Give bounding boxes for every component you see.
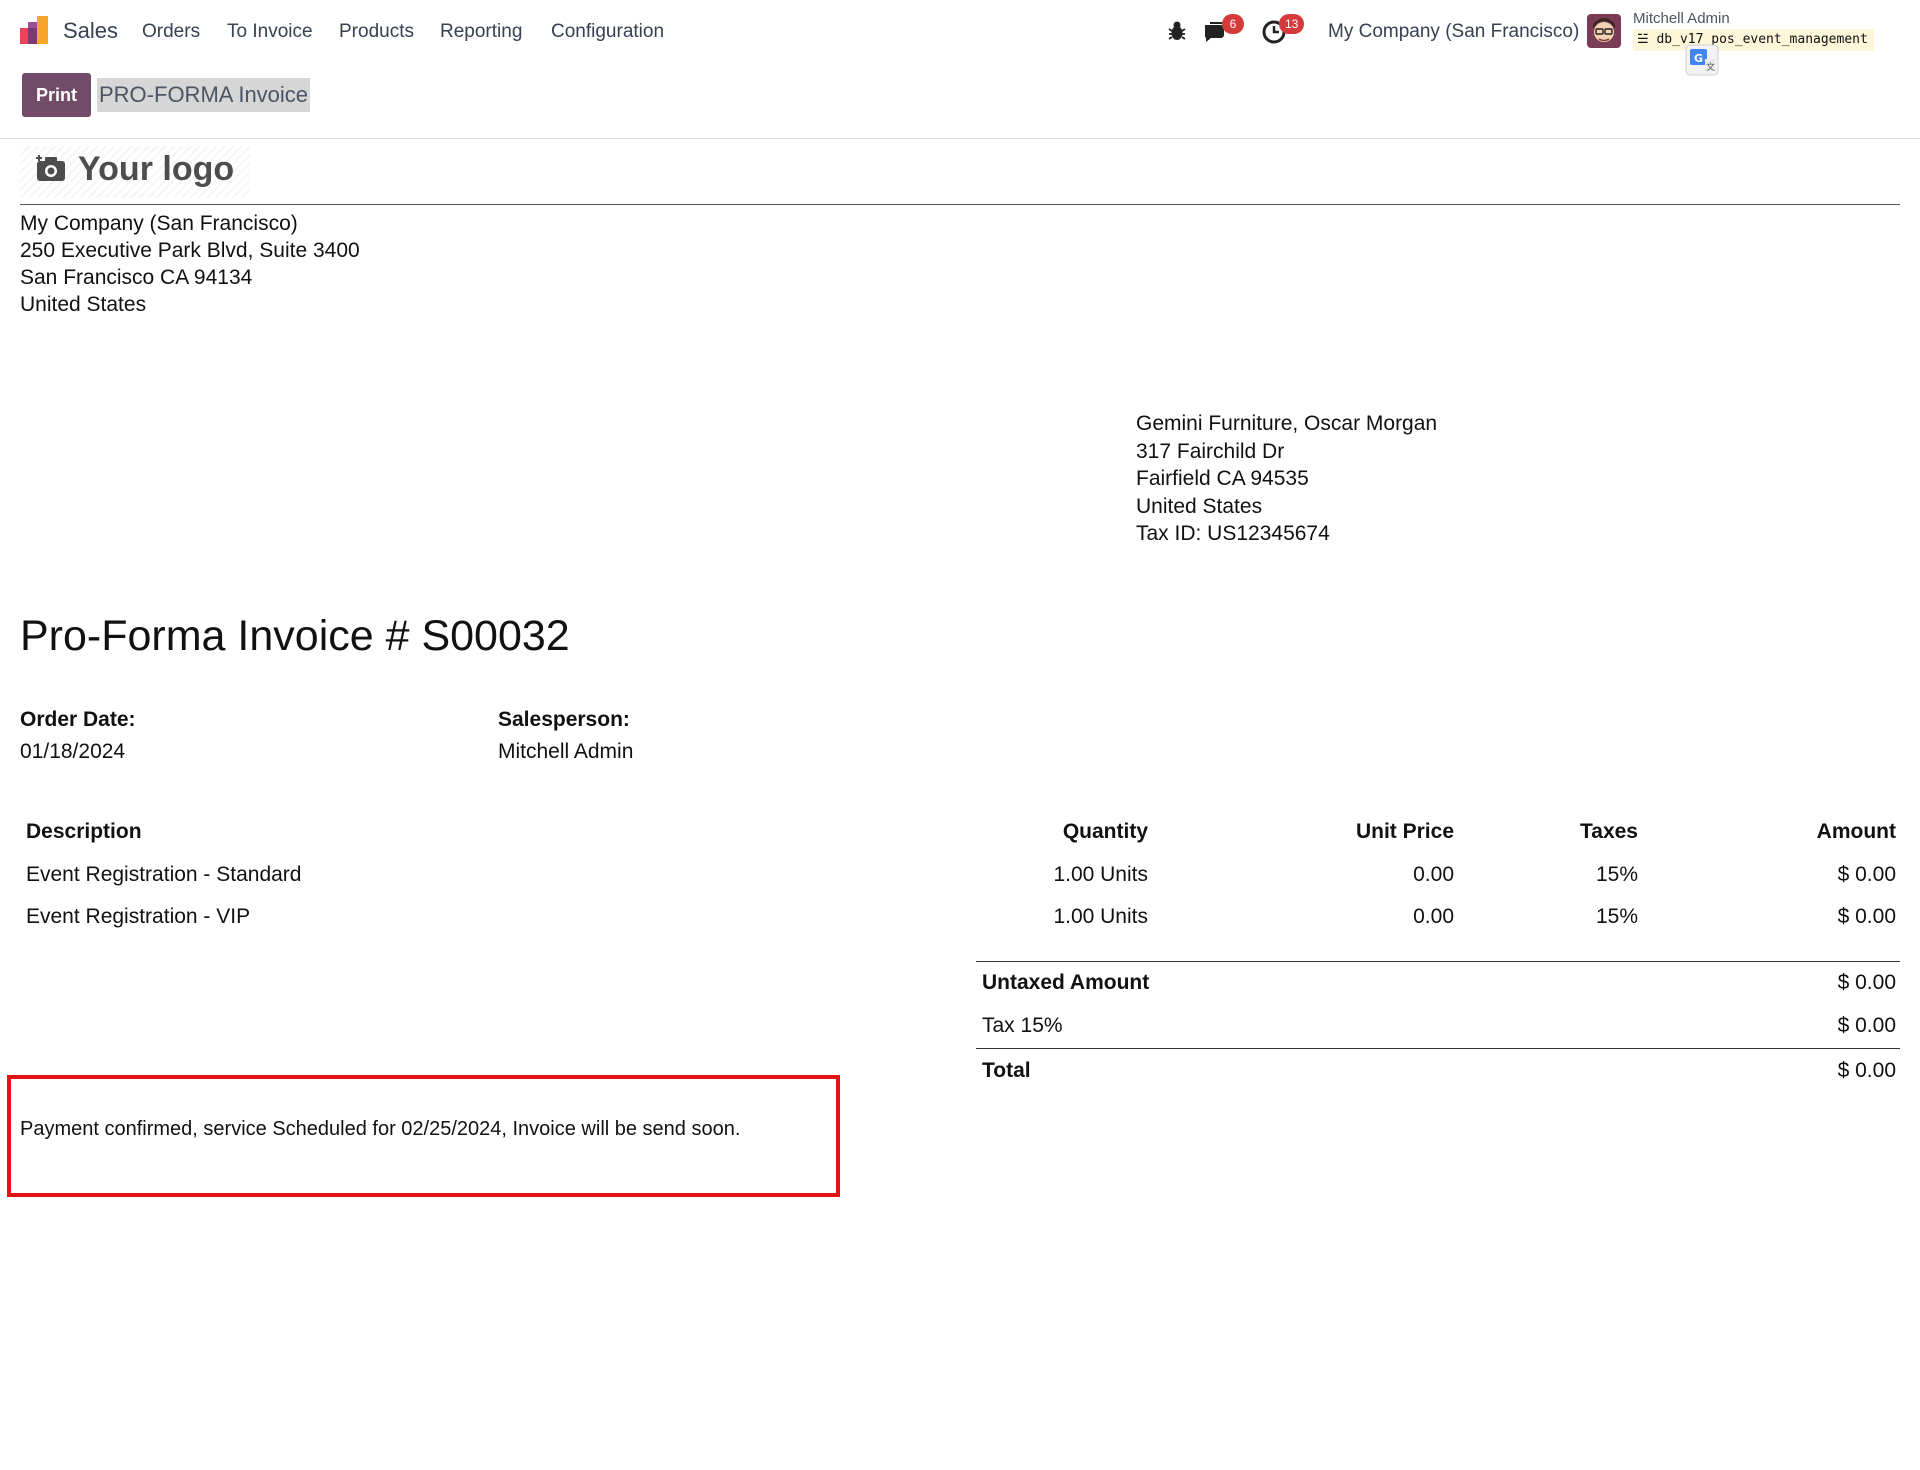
user-avatar[interactable] [1587,14,1621,48]
customer-address-line: Gemini Furniture, Oscar Morgan [1136,412,1438,435]
customer-address-line: 317 Fairchild Dr [1136,439,1285,463]
menu-to-invoice[interactable]: To Invoice [227,21,313,43]
document-title: Pro-Forma Invoice # S00032 [20,612,570,660]
untaxed-value: $ 0.00 [1837,971,1896,994]
line-taxes: 15% [1595,905,1638,928]
order-date-value: 01/18/2024 [20,740,126,763]
col-description: Description [26,820,142,843]
line-quantity: 1.00 Units [1053,905,1148,928]
menu-orders[interactable]: Orders [142,21,200,43]
col-quantity: Quantity [1062,820,1148,843]
menu-configuration[interactable]: Configuration [551,21,664,43]
menu-products[interactable]: Products [339,21,414,43]
company-address-line: United States [20,293,147,316]
translate-icon[interactable]: G 文 [1685,44,1719,76]
customer-address: Gemini Furniture, Oscar Morgan 317 Fairc… [1136,410,1437,548]
line-unit-price: 0.00 [1413,905,1454,928]
report-name: PRO-FORMA Invoice [97,78,311,112]
col-amount: Amount [1816,820,1896,843]
company-address-line: My Company (San Francisco) [20,212,298,235]
salesperson-label: Salesperson: [498,708,630,731]
logo-text: Your logo [78,150,235,188]
header-divider [20,204,1900,205]
sales-app-icon[interactable] [20,16,50,44]
customer-tax-id: Tax ID: US12345674 [1136,522,1330,545]
line-taxes: 15% [1595,863,1638,886]
line-quantity: 1.00 Units [1053,863,1148,886]
customer-address-line: United States [1136,494,1263,518]
total-value: $ 0.00 [1837,1059,1896,1082]
tax-label: Tax 15% [982,1014,1063,1037]
activities-badge: 13 [1279,14,1305,34]
terms-note: Payment confirmed, service Scheduled for… [20,1118,741,1140]
customer-address-line: Fairfield CA 94535 [1136,467,1309,490]
untaxed-label: Untaxed Amount [982,971,1150,994]
top-navbar: Sales Orders To Invoice Products Reporti… [0,0,1920,76]
company-address-line: San Francisco CA 94134 [20,266,253,289]
messages-badge: 6 [1222,14,1244,34]
app-name[interactable]: Sales [63,18,118,44]
totals-divider [976,961,1900,962]
control-panel-divider [0,138,1920,139]
salesperson-value: Mitchell Admin [498,740,634,763]
user-name[interactable]: Mitchell Admin [1633,10,1730,27]
company-switcher[interactable]: My Company (San Francisco) [1328,21,1579,43]
line-unit-price: 0.00 [1413,863,1454,886]
total-label: Total [982,1059,1031,1082]
col-taxes: Taxes [1580,820,1638,843]
camera-icon [36,155,65,181]
tax-value: $ 0.00 [1837,1014,1896,1037]
company-address: My Company (San Francisco) 250 Executive… [20,210,360,318]
line-amount: $ 0.00 [1837,905,1896,928]
col-unit-price: Unit Price [1355,820,1454,843]
line-description: Event Registration - Standard [26,863,302,886]
database-icon: ☱ [1637,32,1657,47]
order-date-label: Order Date: [20,708,136,731]
line-amount: $ 0.00 [1837,863,1896,886]
company-address-line: 250 Executive Park Blvd, Suite 3400 [20,239,360,262]
svg-text:文: 文 [1706,61,1715,73]
database-tag: ☱ db_v17_pos_event_management [1633,29,1874,51]
svg-text:G: G [1694,52,1703,65]
total-divider [976,1048,1900,1049]
line-description: Event Registration - VIP [26,905,251,928]
menu-reporting[interactable]: Reporting [440,21,522,43]
bug-icon[interactable] [1162,16,1192,46]
print-button[interactable]: Print [22,73,91,117]
